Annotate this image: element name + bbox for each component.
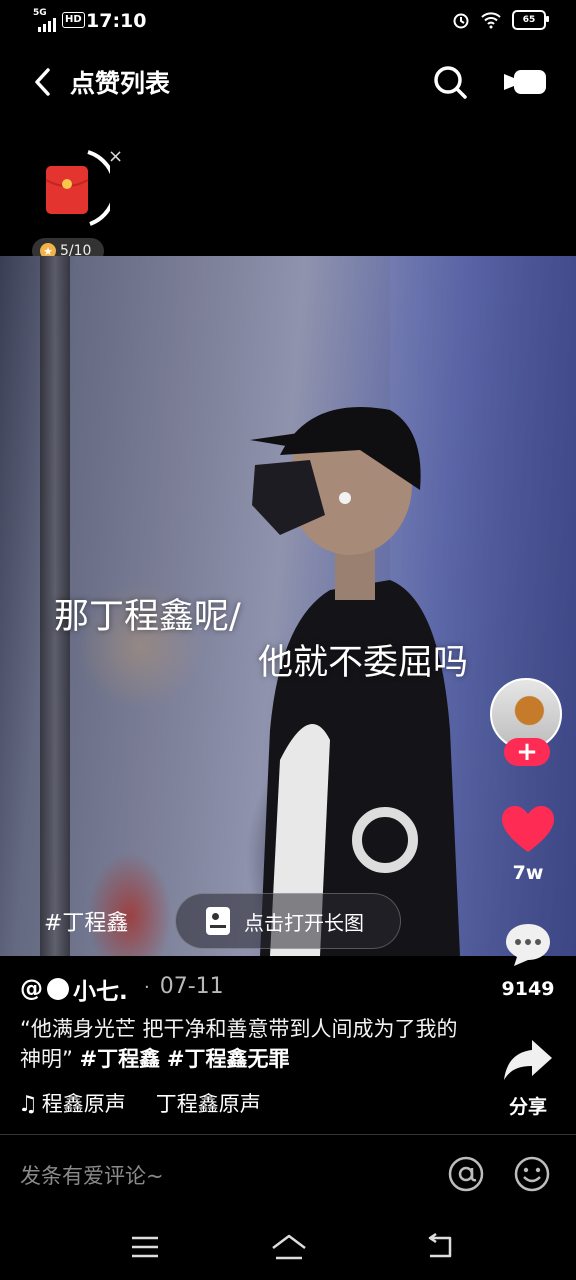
author-prefix: @ — [20, 976, 43, 1002]
top-header: 点赞列表 — [0, 56, 576, 108]
page-title: 点赞列表 — [70, 69, 171, 98]
comment-icon[interactable] — [504, 922, 552, 968]
music-label-2[interactable]: 丁程鑫原声 — [156, 1088, 261, 1118]
follow-button[interactable]: + — [504, 738, 550, 766]
author-name[interactable]: @ 小七. — [20, 972, 128, 1006]
battery-icon: 65 — [512, 10, 549, 30]
clock: 17:10 — [86, 10, 147, 32]
author-emoji-icon — [47, 978, 69, 1000]
search-icon[interactable] — [430, 62, 470, 102]
like-count: 7w — [512, 862, 544, 884]
post-date: · 07-11 — [144, 974, 224, 999]
share-icon[interactable] — [502, 1038, 554, 1082]
red-packet-icon[interactable] — [40, 146, 110, 236]
status-bar: 5G HD 17:10 65 — [0, 0, 576, 44]
description-tag-1[interactable]: #丁程鑫 — [80, 1047, 161, 1071]
battery-level: 65 — [522, 15, 536, 25]
menu-icon[interactable] — [130, 1234, 160, 1260]
date-value: 07-11 — [159, 974, 224, 999]
alarm-icon — [453, 13, 469, 29]
video-hashtag[interactable]: #丁程鑫 — [44, 905, 128, 937]
back-icon[interactable] — [424, 1232, 456, 1262]
share-label[interactable]: 分享 — [496, 1092, 560, 1119]
system-nav-bar — [0, 1216, 576, 1280]
hd-badge: HD — [62, 12, 85, 28]
long-image-icon — [206, 907, 230, 935]
back-arrow-icon[interactable] — [28, 64, 58, 100]
author-label: 小七. — [73, 979, 128, 1005]
close-icon[interactable]: × — [108, 146, 123, 167]
comment-count: 9149 — [501, 978, 555, 1000]
status-icons: 65 — [452, 10, 549, 30]
overlay-text-line1: 那丁程鑫呢/ — [54, 597, 241, 637]
music-label-1: 程鑫原声 — [41, 1092, 126, 1116]
heart-icon[interactable] — [502, 806, 554, 854]
music-row[interactable]: ♫ 程鑫原声 丁程鑫原声 — [18, 1088, 261, 1118]
home-icon[interactable] — [270, 1232, 308, 1262]
camera-icon[interactable] — [500, 64, 550, 100]
divider — [0, 1134, 576, 1135]
post-description: “他满身光芒 把干净和善意带到人间成为了我的神明” #丁程鑫 #丁程鑫无罪 — [20, 1014, 460, 1074]
open-long-image-button[interactable]: 点击打开长图 — [175, 893, 401, 949]
music-item-1[interactable]: ♫ 程鑫原声 — [18, 1088, 126, 1118]
description-tag-2[interactable]: #丁程鑫无罪 — [167, 1047, 290, 1071]
at-mention-icon[interactable] — [448, 1156, 484, 1192]
date-separator: · — [144, 977, 150, 998]
emoji-icon[interactable] — [514, 1156, 550, 1192]
wifi-icon — [481, 12, 501, 29]
signal-icon — [38, 16, 56, 32]
overlay-text-line2: 他就不委屈吗 — [258, 643, 469, 683]
comment-input[interactable]: 发条有爱评论~ — [20, 1160, 164, 1190]
open-long-image-label: 点击打开长图 — [244, 910, 364, 935]
music-note-icon: ♫ — [18, 1092, 38, 1117]
